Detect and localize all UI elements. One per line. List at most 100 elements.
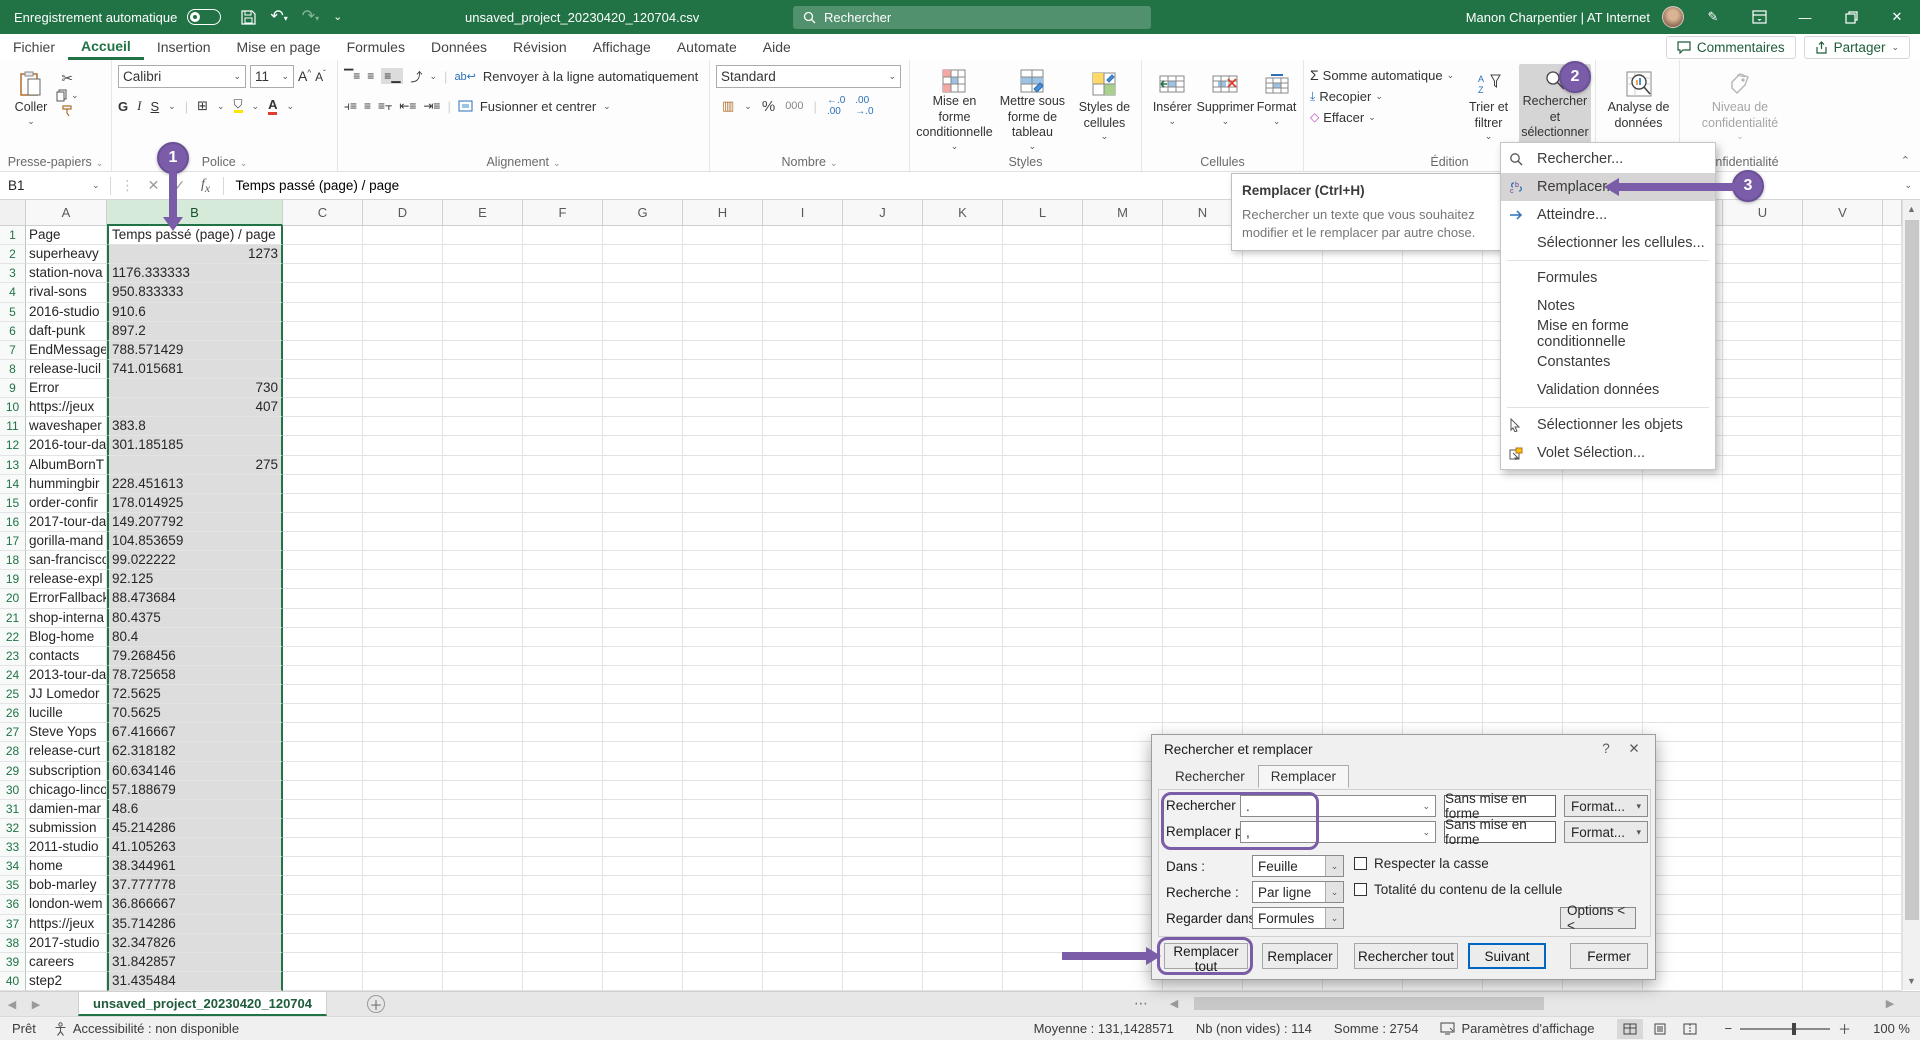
cell-M22[interactable] (1083, 628, 1163, 647)
cell-I10[interactable] (763, 398, 843, 417)
cell-M11[interactable] (1083, 417, 1163, 436)
cell-S23[interactable] (1563, 647, 1643, 666)
cell-L1[interactable] (1003, 226, 1083, 245)
cell-U29[interactable] (1723, 762, 1803, 781)
search-order-combo[interactable]: Par ligne⌄ (1252, 881, 1344, 903)
cell-U5[interactable] (1723, 303, 1803, 322)
row-header-8[interactable]: 8 (0, 360, 26, 379)
row-header-20[interactable]: 20 (0, 589, 26, 608)
zoom-slider[interactable] (1740, 1028, 1830, 1030)
select-all-corner[interactable] (0, 200, 26, 226)
row-header-3[interactable]: 3 (0, 264, 26, 283)
vertical-scrollbar[interactable]: ▲ ▼ (1902, 200, 1920, 990)
cell-E23[interactable] (443, 647, 523, 666)
cell-H27[interactable] (683, 723, 763, 742)
cell-F12[interactable] (523, 436, 603, 455)
cell-I27[interactable] (763, 723, 843, 742)
cell-V29[interactable] (1803, 762, 1883, 781)
row-header-5[interactable]: 5 (0, 303, 26, 322)
cell-P23[interactable] (1323, 647, 1403, 666)
cell-O26[interactable] (1243, 704, 1323, 723)
cell-C32[interactable] (283, 819, 363, 838)
cell-C34[interactable] (283, 857, 363, 876)
cell-F31[interactable] (523, 800, 603, 819)
row-header-28[interactable]: 28 (0, 742, 26, 761)
cell-D15[interactable] (363, 494, 443, 513)
cell-J20[interactable] (843, 589, 923, 608)
decrease-font-icon[interactable]: Aˇ (315, 69, 326, 84)
cell-C31[interactable] (283, 800, 363, 819)
cell-A16[interactable]: 2017-tour-da (26, 513, 107, 532)
cell-D31[interactable] (363, 800, 443, 819)
cell-P21[interactable] (1323, 609, 1403, 628)
decrease-decimal-icon[interactable]: .00→.0 (855, 95, 873, 117)
cell-K32[interactable] (923, 819, 1003, 838)
cell-K26[interactable] (923, 704, 1003, 723)
cell-U13[interactable] (1723, 456, 1803, 475)
cell-A15[interactable]: order-confir (26, 494, 107, 513)
cell-O21[interactable] (1243, 609, 1323, 628)
cell-V32[interactable] (1803, 819, 1883, 838)
cell-F36[interactable] (523, 895, 603, 914)
cell-F24[interactable] (523, 666, 603, 685)
cell-D2[interactable] (363, 245, 443, 264)
align-top-icon[interactable]: ▔≡ (344, 69, 360, 83)
cell-V25[interactable] (1803, 685, 1883, 704)
column-header-L[interactable]: L (1003, 200, 1083, 226)
cell-K17[interactable] (923, 532, 1003, 551)
tab-données[interactable]: Données (418, 34, 500, 60)
cell-D39[interactable] (363, 953, 443, 972)
cell-M5[interactable] (1083, 303, 1163, 322)
column-header-F[interactable]: F (523, 200, 603, 226)
cell-P20[interactable] (1323, 589, 1403, 608)
cell-P8[interactable] (1323, 360, 1403, 379)
cell-J9[interactable] (843, 379, 923, 398)
cell-H14[interactable] (683, 475, 763, 494)
cell-K29[interactable] (923, 762, 1003, 781)
dialog-tab-find[interactable]: Rechercher (1162, 765, 1258, 788)
cell-C2[interactable] (283, 245, 363, 264)
cell-H7[interactable] (683, 341, 763, 360)
cell-A2[interactable]: superheavy (26, 245, 107, 264)
undo-icon[interactable]: ↶▾ (270, 9, 287, 25)
cell-L24[interactable] (1003, 666, 1083, 685)
cell-E33[interactable] (443, 838, 523, 857)
cell-N23[interactable] (1163, 647, 1243, 666)
cell-A11[interactable]: waveshaper (26, 417, 107, 436)
cell-B20[interactable]: 88.473684 (107, 589, 283, 608)
comments-button[interactable]: Commentaires (1666, 36, 1796, 59)
cell-V40[interactable] (1803, 972, 1883, 991)
cell-F3[interactable] (523, 264, 603, 283)
cell-F22[interactable] (523, 628, 603, 647)
alignment-dialog-launcher-icon[interactable]: ⌄ (553, 158, 561, 168)
cell-A20[interactable]: ErrorFallback (26, 589, 107, 608)
cell-I31[interactable] (763, 800, 843, 819)
cell-D30[interactable] (363, 781, 443, 800)
cell-J40[interactable] (843, 972, 923, 991)
cell-U12[interactable] (1723, 436, 1803, 455)
cell-G4[interactable] (603, 283, 683, 302)
cell-N11[interactable] (1163, 417, 1243, 436)
cell-B30[interactable]: 57.188679 (107, 781, 283, 800)
cell-F11[interactable] (523, 417, 603, 436)
cell-N19[interactable] (1163, 570, 1243, 589)
cell-K39[interactable] (923, 953, 1003, 972)
cell-K15[interactable] (923, 494, 1003, 513)
cell-Q8[interactable] (1403, 360, 1483, 379)
cell-S14[interactable] (1563, 475, 1643, 494)
dialog-button-suivant[interactable]: Suivant (1468, 943, 1546, 969)
cell-O20[interactable] (1243, 589, 1323, 608)
cell-D19[interactable] (363, 570, 443, 589)
menu-item-sélectionner-les-objets[interactable]: Sélectionner les objets (1501, 411, 1715, 439)
cut-icon[interactable]: ✂ (56, 70, 79, 87)
cell-I7[interactable] (763, 341, 843, 360)
cell-A14[interactable]: hummingbir (26, 475, 107, 494)
menu-item-formules[interactable]: Formules (1501, 264, 1715, 292)
cell-J31[interactable] (843, 800, 923, 819)
column-header-K[interactable]: K (923, 200, 1003, 226)
cell-A38[interactable]: 2017-studio (26, 934, 107, 953)
cell-V13[interactable] (1803, 456, 1883, 475)
cell-V16[interactable] (1803, 513, 1883, 532)
cell-B14[interactable]: 228.451613 (107, 475, 283, 494)
cell-E32[interactable] (443, 819, 523, 838)
